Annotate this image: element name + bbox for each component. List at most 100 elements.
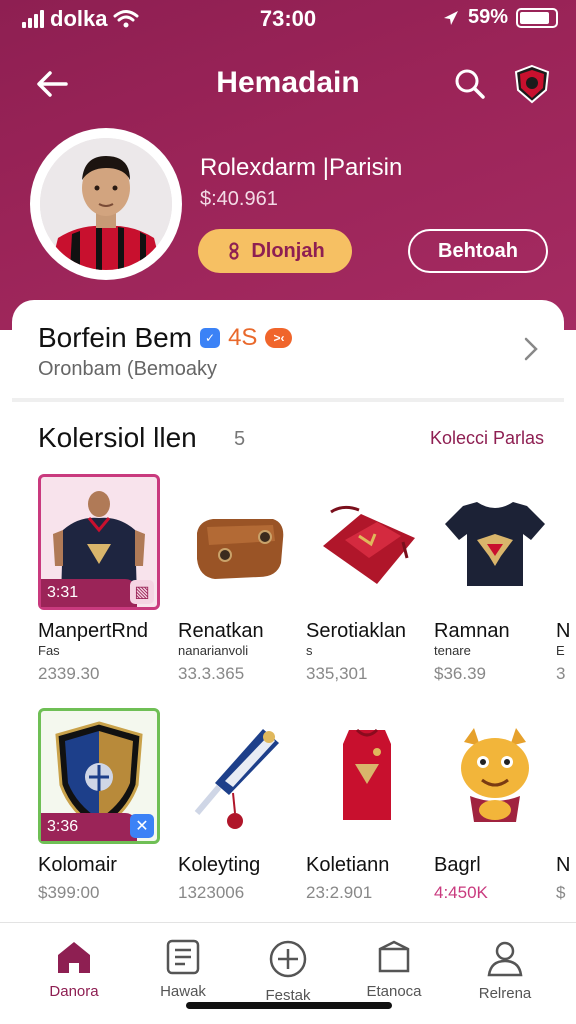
item-price: 3: [556, 664, 566, 683]
nav-label: Etanoca: [366, 983, 422, 1000]
item-thumbnail: [434, 474, 556, 610]
card-title-row: Borfein Bem ✓ 4S >‹: [38, 322, 293, 354]
scarf-keychain-icon: [194, 729, 279, 829]
home-icon: [58, 942, 90, 973]
card-title: Borfein Bem: [38, 322, 193, 353]
item-price: 4:450K: [434, 883, 488, 902]
item-price: 335,301: [306, 664, 368, 683]
item-thumbnail: [306, 474, 428, 610]
item-price: $36.39: [434, 664, 486, 683]
battery-icon: [516, 7, 558, 28]
leather-wallet-icon: [197, 519, 284, 579]
item-badge: 3:36: [41, 813, 137, 841]
red-jersey-icon: [343, 728, 391, 820]
item-subtitle: tenare: [434, 643, 471, 658]
section-see-all-link[interactable]: Kolecci Parlas: [430, 428, 544, 449]
collection-owner-card[interactable]: Borfein Bem ✓ 4S >‹ Oronbam (Bemoaky: [12, 300, 564, 396]
item-thumbnail: [556, 474, 576, 610]
section-divider: [12, 398, 564, 402]
collection-item[interactable]: Ramnan tenare $36.39: [434, 474, 556, 684]
collection-item[interactable]: N E 3: [556, 474, 576, 684]
item-subtitle: s: [306, 643, 313, 658]
club-crest-icon: [514, 64, 550, 104]
profile-name: Rolexdarm |Parisin: [200, 154, 403, 181]
nav-label: Hawak: [160, 983, 206, 1000]
collection-grid: 3:31 ▧ ManpertRnd Fas 2339.30 Renatkan n…: [38, 474, 576, 914]
nav-label: Danora: [49, 983, 99, 1000]
status-bar: dolka 73:00 59%: [0, 0, 576, 40]
nav-label: Relrena: [478, 985, 532, 1002]
item-badge: 3:31: [41, 579, 137, 607]
item-price: 33.3.365: [178, 664, 245, 683]
item-name: Serotiaklan: [306, 620, 407, 642]
box-icon: [378, 940, 410, 973]
item-subtitle: E: [556, 643, 565, 658]
collection-item[interactable]: 3:36 ✕ Kolomair $399:00: [38, 708, 160, 903]
item-name: Bagrl: [434, 854, 481, 876]
section-count: 5: [234, 428, 246, 450]
item-name: Ramnan: [434, 620, 510, 642]
item-name: Renatkan: [178, 620, 264, 642]
mascot-plush-icon: [461, 728, 529, 822]
collection-section-header: Kolersiol llen 5 Kolecci Parlas: [38, 422, 544, 456]
item-name: Koletiann: [306, 854, 390, 876]
item-name: Kolomair: [38, 854, 117, 876]
item-thumbnail: [178, 474, 300, 610]
nav-item-profile[interactable]: Relrena: [450, 939, 560, 1002]
item-subtitle: Fas: [38, 643, 60, 658]
item-price: $399:00: [38, 883, 100, 902]
infinity-icon: [229, 242, 239, 260]
item-price: 23:2.901: [306, 883, 373, 902]
home-indicator[interactable]: [186, 1002, 392, 1009]
collection-item[interactable]: 3:31 ▧ ManpertRnd Fas 2339.30: [38, 474, 160, 684]
nav-item-box[interactable]: Etanoca: [339, 939, 449, 1000]
profile-icon: [487, 941, 523, 977]
search-icon: [455, 69, 485, 99]
primary-action-button[interactable]: Dlonjah: [198, 229, 352, 273]
item-thumbnail: [556, 708, 576, 844]
club-badge[interactable]: [510, 62, 554, 106]
list-icon: [166, 939, 200, 975]
item-name: Koleyting: [178, 854, 261, 876]
item-name: N: [556, 854, 571, 876]
level-tag: >‹: [265, 328, 293, 348]
secondary-action-button[interactable]: Behtoah: [408, 229, 548, 273]
primary-action-label: Dlonjah: [251, 239, 325, 262]
avatar-frame[interactable]: [30, 128, 182, 280]
profile-value: $:40.961: [200, 188, 278, 210]
player-portrait-icon: [40, 138, 172, 270]
battery-percent: 59%: [467, 6, 508, 28]
item-thumbnail: 3:31 ▧: [38, 474, 160, 610]
collection-item[interactable]: Bagrl 4:450K: [434, 708, 556, 903]
verified-icon: ✓: [200, 328, 221, 348]
collection-item[interactable]: Renatkan nanarianvoli 33.3.365: [178, 474, 300, 684]
card-subtitle: Oronbam (Bemoaky: [38, 358, 217, 380]
plus-circle-icon: [269, 940, 307, 978]
red-pouch-icon: [323, 505, 415, 584]
nav-item-list[interactable]: Hawak: [128, 939, 238, 1000]
item-price: 1323006: [178, 883, 245, 902]
item-name: ManpertRnd: [38, 620, 149, 642]
item-price: 2339.30: [38, 664, 100, 683]
search-button[interactable]: [448, 64, 492, 104]
collection-item[interactable]: Koleyting 1323006: [178, 708, 300, 903]
item-thumbnail: [178, 708, 300, 844]
status-right: 59%: [442, 6, 558, 29]
collectible-tag-icon: ✕: [130, 814, 154, 838]
collection-item[interactable]: N $: [556, 708, 576, 903]
item-price: $: [556, 883, 566, 902]
navy-tshirt-icon: [445, 502, 545, 586]
item-thumbnail: [434, 708, 556, 844]
secondary-action-label: Behtoah: [438, 239, 518, 262]
collection-item[interactable]: Koletiann 23:2.901: [306, 708, 428, 903]
nav-item-add[interactable]: Festak: [233, 939, 343, 1004]
section-title: Kolersiol llen: [38, 422, 197, 453]
item-thumbnail: 3:36 ✕: [38, 708, 160, 844]
item-thumbnail: [306, 708, 428, 844]
location-arrow-icon: [443, 10, 458, 25]
collection-item[interactable]: Serotiaklan s 335,301: [306, 474, 428, 684]
level-value: 4S: [228, 324, 258, 351]
collectible-tag-icon: ▧: [130, 580, 154, 604]
chevron-right-icon[interactable]: [516, 334, 546, 364]
nav-item-home[interactable]: Danora: [19, 939, 129, 1000]
